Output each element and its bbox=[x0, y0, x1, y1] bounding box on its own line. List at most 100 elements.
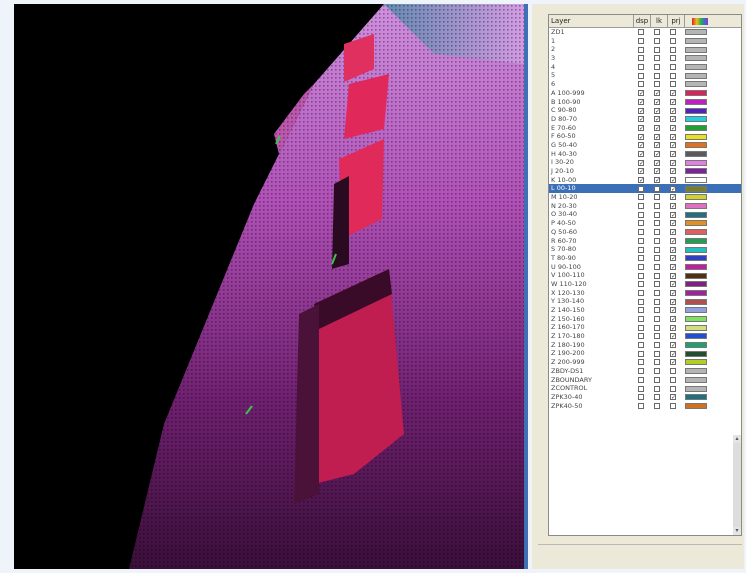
layer-row[interactable]: Y 130-140 ✓ bbox=[549, 297, 741, 306]
layer-color-swatch[interactable] bbox=[685, 203, 707, 210]
prj-checkbox[interactable]: ✓ bbox=[670, 90, 676, 97]
dsp-checkbox[interactable]: ✓ bbox=[638, 133, 644, 140]
lk-checkbox[interactable] bbox=[654, 185, 660, 192]
dsp-checkbox[interactable] bbox=[638, 394, 644, 401]
lk-checkbox[interactable] bbox=[654, 229, 660, 236]
layer-color-swatch[interactable] bbox=[685, 368, 707, 375]
layer-color-swatch[interactable] bbox=[685, 211, 707, 218]
dsp-checkbox[interactable]: ✓ bbox=[638, 107, 644, 114]
dsp-checkbox[interactable] bbox=[638, 72, 644, 79]
dsp-checkbox[interactable]: ✓ bbox=[638, 90, 644, 97]
lk-checkbox[interactable] bbox=[654, 194, 660, 201]
dsp-checkbox[interactable] bbox=[638, 64, 644, 71]
prj-checkbox[interactable]: ✓ bbox=[670, 177, 676, 184]
dsp-checkbox[interactable] bbox=[638, 203, 644, 210]
lk-checkbox[interactable]: ✓ bbox=[654, 177, 660, 184]
layer-row[interactable]: 3 bbox=[549, 54, 741, 63]
layer-color-swatch[interactable] bbox=[685, 107, 707, 114]
layer-row[interactable]: S 70-80 ✓ bbox=[549, 245, 741, 254]
layer-row[interactable]: 2 bbox=[549, 45, 741, 54]
layer-row[interactable]: ZBDY-DS1 bbox=[549, 367, 741, 376]
dsp-checkbox[interactable] bbox=[638, 368, 644, 375]
lk-checkbox[interactable] bbox=[654, 72, 660, 79]
prj-checkbox[interactable]: ✓ bbox=[670, 298, 676, 305]
prj-checkbox[interactable]: ✓ bbox=[670, 229, 676, 236]
prj-checkbox[interactable]: ✓ bbox=[670, 237, 676, 244]
header-lock[interactable]: lk bbox=[651, 15, 668, 27]
dsp-checkbox[interactable] bbox=[638, 359, 644, 366]
prj-checkbox[interactable] bbox=[670, 72, 676, 79]
layer-row[interactable]: Q 50-60 ✓ bbox=[549, 228, 741, 237]
dsp-checkbox[interactable] bbox=[638, 55, 644, 62]
dsp-checkbox[interactable] bbox=[638, 402, 644, 409]
prj-checkbox[interactable]: ✓ bbox=[670, 281, 676, 288]
layer-row[interactable]: G 50-40 ✓ ✓ ✓ bbox=[549, 141, 741, 150]
point-cloud-viewport[interactable] bbox=[14, 4, 524, 569]
vertical-scrollbar[interactable] bbox=[733, 443, 741, 527]
prj-checkbox[interactable]: ✓ bbox=[670, 168, 676, 175]
prj-checkbox[interactable]: ✓ bbox=[670, 150, 676, 157]
lk-checkbox[interactable] bbox=[654, 307, 660, 314]
layer-row[interactable]: 1 bbox=[549, 37, 741, 46]
dsp-checkbox[interactable] bbox=[638, 211, 644, 218]
layer-row[interactable]: N 20-30 ✓ bbox=[549, 202, 741, 211]
prj-checkbox[interactable]: ✓ bbox=[670, 211, 676, 218]
layer-color-swatch[interactable] bbox=[685, 307, 707, 314]
dsp-checkbox[interactable]: ✓ bbox=[638, 142, 644, 149]
layer-row[interactable]: K 10-00 ✓ ✓ ✓ bbox=[549, 176, 741, 185]
prj-checkbox[interactable]: ✓ bbox=[670, 307, 676, 314]
dsp-checkbox[interactable] bbox=[638, 38, 644, 45]
lk-checkbox[interactable] bbox=[654, 333, 660, 340]
dsp-checkbox[interactable] bbox=[638, 272, 644, 279]
lk-checkbox[interactable]: ✓ bbox=[654, 133, 660, 140]
layer-color-swatch[interactable] bbox=[685, 402, 707, 409]
lk-checkbox[interactable] bbox=[654, 203, 660, 210]
layer-row[interactable]: ZBOUNDARY bbox=[549, 376, 741, 385]
layer-color-swatch[interactable] bbox=[685, 229, 707, 236]
layer-row[interactable]: R 60-70 ✓ bbox=[549, 237, 741, 246]
header-project[interactable]: prj bbox=[668, 15, 685, 27]
prj-checkbox[interactable] bbox=[670, 81, 676, 88]
prj-checkbox[interactable]: ✓ bbox=[670, 333, 676, 340]
header-display[interactable]: dsp bbox=[634, 15, 651, 27]
layer-color-swatch[interactable] bbox=[685, 289, 707, 296]
lk-checkbox[interactable]: ✓ bbox=[654, 107, 660, 114]
prj-checkbox[interactable]: ✓ bbox=[670, 272, 676, 279]
layer-color-swatch[interactable] bbox=[685, 194, 707, 201]
prj-checkbox[interactable] bbox=[670, 376, 676, 383]
layer-color-swatch[interactable] bbox=[685, 64, 707, 71]
prj-checkbox[interactable]: ✓ bbox=[670, 185, 676, 192]
dsp-checkbox[interactable] bbox=[638, 342, 644, 349]
lk-checkbox[interactable] bbox=[654, 394, 660, 401]
layer-color-swatch[interactable] bbox=[685, 246, 707, 253]
layer-color-swatch[interactable] bbox=[685, 255, 707, 262]
prj-checkbox[interactable]: ✓ bbox=[670, 133, 676, 140]
lk-checkbox[interactable]: ✓ bbox=[654, 168, 660, 175]
prj-checkbox[interactable]: ✓ bbox=[670, 220, 676, 227]
dsp-checkbox[interactable] bbox=[638, 185, 644, 192]
dsp-checkbox[interactable] bbox=[638, 29, 644, 36]
lk-checkbox[interactable] bbox=[654, 402, 660, 409]
lk-checkbox[interactable] bbox=[654, 38, 660, 45]
lk-checkbox[interactable] bbox=[654, 211, 660, 218]
layer-color-swatch[interactable] bbox=[685, 376, 707, 383]
prj-checkbox[interactable]: ✓ bbox=[670, 394, 676, 401]
layer-row[interactable]: Z 180-190 ✓ bbox=[549, 341, 741, 350]
lk-checkbox[interactable]: ✓ bbox=[654, 124, 660, 131]
dsp-checkbox[interactable] bbox=[638, 385, 644, 392]
layer-color-swatch[interactable] bbox=[685, 133, 707, 140]
dsp-checkbox[interactable]: ✓ bbox=[638, 177, 644, 184]
prj-checkbox[interactable]: ✓ bbox=[670, 359, 676, 366]
prj-checkbox[interactable]: ✓ bbox=[670, 142, 676, 149]
prj-checkbox[interactable] bbox=[670, 368, 676, 375]
layer-row[interactable]: 4 bbox=[549, 63, 741, 72]
dsp-checkbox[interactable]: ✓ bbox=[638, 116, 644, 123]
dsp-checkbox[interactable] bbox=[638, 350, 644, 357]
dsp-checkbox[interactable] bbox=[638, 263, 644, 270]
layer-row[interactable]: ZD1 bbox=[549, 28, 741, 37]
prj-checkbox[interactable] bbox=[670, 55, 676, 62]
layer-row[interactable]: I 30-20 ✓ ✓ ✓ bbox=[549, 158, 741, 167]
dsp-checkbox[interactable]: ✓ bbox=[638, 150, 644, 157]
layer-row[interactable]: Z 160-170 ✓ bbox=[549, 323, 741, 332]
dsp-checkbox[interactable] bbox=[638, 81, 644, 88]
